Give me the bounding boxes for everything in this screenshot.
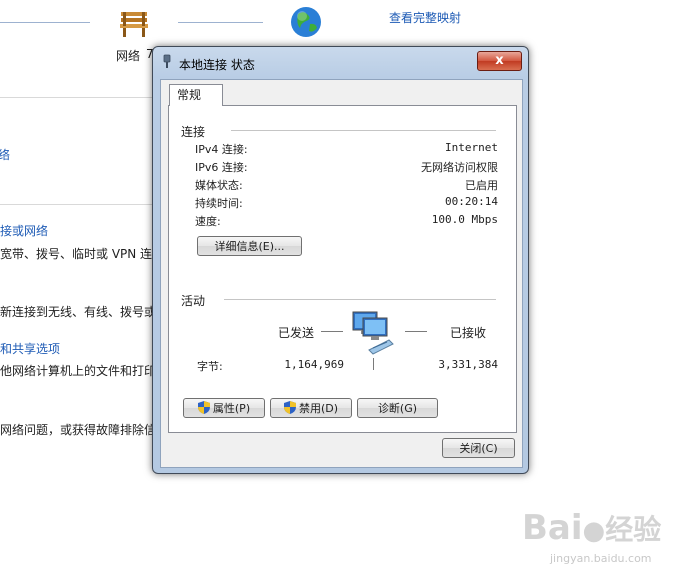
disable-button[interactable]: 禁用(D) (270, 398, 352, 418)
speed-label: 速度: (195, 215, 221, 228)
bench-icon (118, 8, 150, 38)
left-text-2: 新连接到无线、有线、拨号或 (0, 305, 157, 319)
left-link-1[interactable]: 络 (0, 146, 10, 163)
duration-value: 00:20:14 (445, 195, 498, 208)
map-connector-line (0, 22, 90, 23)
separator (0, 97, 152, 98)
speed-value: 100.0 Mbps (431, 213, 498, 226)
connection-group-heading: 连接 (181, 125, 206, 139)
view-full-map-link[interactable]: 查看完整映射 (389, 9, 461, 26)
diagnose-button[interactable]: 诊断(G) (357, 398, 438, 418)
ipv4-value: Internet (445, 141, 498, 154)
details-button[interactable]: 详细信息(E)... (197, 236, 302, 256)
network-computers-icon (349, 308, 399, 356)
group-divider (224, 299, 496, 300)
dialog-client-area: 常规 连接 IPv4 连接: Internet IPv6 连接: 无网络访问权限… (160, 79, 523, 468)
close-window-button[interactable]: x (477, 51, 522, 71)
bytes-label: 字节: (197, 360, 223, 373)
uac-shield-icon (197, 401, 210, 414)
media-state-label: 媒体状态: (195, 179, 243, 192)
activity-group-heading: 活动 (181, 294, 206, 308)
dialog-title: 本地连接 状态 (179, 58, 255, 72)
duration-label: 持续时间: (195, 197, 243, 210)
sent-label: 已发送 (278, 326, 315, 340)
close-icon: x (495, 53, 504, 68)
map-connector-line (178, 22, 263, 23)
tab-general[interactable]: 常规 (169, 84, 223, 106)
watermark-brand-cn: 经验 (605, 513, 662, 546)
properties-button-label: 属性(P) (212, 402, 251, 415)
group-divider (231, 130, 496, 131)
ipv6-label: IPv6 连接: (195, 161, 248, 174)
uac-shield-icon (283, 401, 296, 414)
watermark-brand-text: Bai (522, 508, 583, 548)
watermark-brand: Bai●经验 (522, 508, 661, 548)
left-link-3[interactable]: 和共享选项 (0, 340, 60, 357)
connection-plug-icon (161, 54, 173, 68)
left-link-2[interactable]: 接或网络 (0, 222, 48, 239)
received-label: 已接收 (450, 326, 487, 340)
activity-divider (373, 358, 374, 370)
sent-line (321, 331, 343, 332)
paw-icon: ● (582, 516, 606, 546)
left-text-4: 网络问题，或获得故障排除信 (0, 423, 157, 437)
received-line (405, 331, 427, 332)
separator (0, 204, 152, 205)
globe-icon (290, 6, 322, 38)
network-label: 网络 (116, 49, 141, 63)
left-text-3: 他网络计算机上的文件和打印 (0, 364, 157, 378)
watermark-url: jingyan.baidu.com (550, 552, 652, 565)
disable-button-label: 禁用(D) (298, 402, 339, 415)
ipv4-label: IPv4 连接: (195, 143, 248, 156)
general-tab-panel: 连接 IPv4 连接: Internet IPv6 连接: 无网络访问权限 媒体… (168, 105, 517, 433)
local-connection-status-dialog: 本地连接 状态 x 常规 连接 IPv4 连接: Internet IPv6 连… (152, 46, 529, 474)
media-state-value: 已启用 (465, 179, 498, 192)
left-text-1: 宽带、拨号、临时或 VPN 连接 (0, 247, 165, 261)
close-button[interactable]: 关闭(C) (442, 438, 515, 458)
title-bar[interactable]: 本地连接 状态 x (153, 47, 528, 75)
bytes-received-value: 3,331,384 (438, 358, 498, 371)
properties-button[interactable]: 属性(P) (183, 398, 265, 418)
bytes-sent-value: 1,164,969 (284, 358, 344, 371)
ipv6-value: 无网络访问权限 (421, 161, 498, 174)
